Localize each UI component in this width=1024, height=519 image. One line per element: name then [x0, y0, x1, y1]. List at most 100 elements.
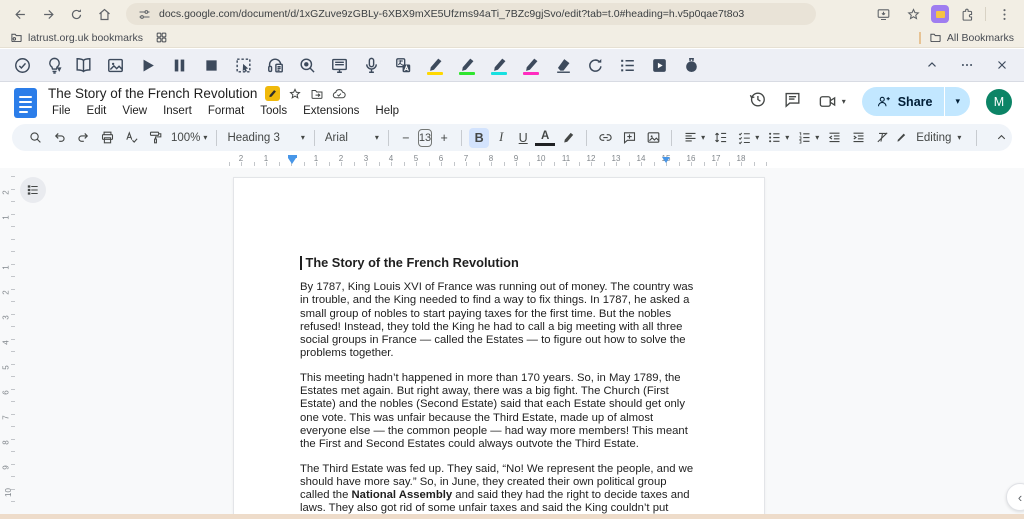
increase-font-size-button[interactable]: + [434, 128, 454, 148]
underline-button[interactable]: U [513, 128, 533, 148]
close-toolbar-icon[interactable] [991, 53, 1012, 77]
collect-highlights-icon[interactable] [585, 53, 606, 77]
meet-button[interactable]: ▾ [818, 92, 846, 111]
highlight-green-icon[interactable] [457, 53, 478, 77]
add-comment-icon[interactable] [618, 127, 640, 149]
paint-format-icon[interactable] [144, 127, 166, 149]
play-icon[interactable] [137, 53, 158, 77]
vertical-ruler[interactable]: 2 1 1 2 3 4 5 6 7 8 9 10 [2, 168, 16, 514]
stop-icon[interactable] [201, 53, 222, 77]
horizontal-ruler[interactable]: 2 1 1 2 3 4 5 6 7 8 9 10 11 12 13 14 15 16 17 18 [0, 153, 1024, 168]
voice-note-icon[interactable] [681, 53, 702, 77]
avatar[interactable]: M [986, 88, 1012, 115]
font-size-input[interactable]: 13 [417, 128, 433, 147]
increase-indent-icon[interactable] [847, 127, 869, 149]
browser-menu-icon[interactable] [992, 2, 1016, 26]
undo-icon[interactable] [48, 127, 70, 149]
menu-insert[interactable]: Insert [157, 104, 198, 118]
video-icon[interactable] [649, 53, 670, 77]
insert-link-icon[interactable] [594, 127, 616, 149]
share-dropdown[interactable]: ▾ [945, 96, 970, 107]
text-color-button[interactable]: A [535, 129, 556, 146]
docs-logo[interactable] [14, 88, 37, 118]
menu-tools[interactable]: Tools [254, 104, 293, 118]
redo-icon[interactable] [72, 127, 94, 149]
extensions-puzzle-icon[interactable] [955, 2, 979, 26]
insert-image-icon[interactable] [642, 127, 664, 149]
translator-icon[interactable] [393, 53, 414, 77]
editing-mode-button[interactable]: Editing ▾ [895, 131, 963, 144]
decrease-indent-icon[interactable] [823, 127, 845, 149]
comments-icon[interactable] [783, 90, 802, 114]
picture-dictionary-icon[interactable] [105, 53, 126, 77]
paragraph-2[interactable]: This meeting hadn’t happened in more tha… [300, 372, 699, 452]
align-icon[interactable] [679, 127, 701, 149]
back-icon[interactable] [8, 2, 32, 26]
zoom-select[interactable]: 100% [168, 132, 203, 144]
highlight-pink-icon[interactable] [521, 53, 542, 77]
site-settings-icon[interactable] [136, 6, 152, 22]
highlight-cyan-icon[interactable] [489, 53, 510, 77]
numbered-list-icon[interactable] [793, 127, 815, 149]
share-button[interactable]: Share ▾ [861, 87, 970, 116]
document-title[interactable]: The Story of the French Revolution [48, 86, 257, 101]
line-spacing-icon[interactable] [709, 127, 731, 149]
paragraph-3[interactable]: The Third Estate was fed up. They said, … [300, 463, 699, 514]
dictionary-icon[interactable] [73, 53, 94, 77]
menu-help[interactable]: Help [369, 104, 405, 118]
bookmark-star-icon[interactable] [901, 2, 925, 26]
readwrite-extension-icon[interactable] [931, 5, 949, 23]
left-indent-marker[interactable] [288, 155, 297, 164]
home-icon[interactable] [92, 2, 116, 26]
screenshot-reader-icon[interactable] [233, 53, 254, 77]
clear-formatting-icon[interactable] [871, 127, 893, 149]
version-history-icon[interactable] [748, 90, 767, 114]
font-select[interactable]: Arial [322, 132, 351, 144]
document-status-icon[interactable] [332, 87, 347, 101]
reload-icon[interactable] [64, 2, 88, 26]
screen-mask-icon[interactable] [329, 53, 350, 77]
decrease-font-size-button[interactable]: − [396, 128, 416, 148]
vocabulary-list-icon[interactable] [617, 53, 638, 77]
paragraph-1[interactable]: By 1787, King Louis XVI of France was ru… [300, 281, 699, 361]
spelling-check-icon[interactable] [120, 127, 142, 149]
italic-button[interactable]: I [491, 128, 511, 148]
hide-menus-icon[interactable] [990, 127, 1012, 149]
save-page-icon[interactable] [871, 2, 895, 26]
star-document-icon[interactable] [288, 87, 302, 101]
readwrite-badge-icon[interactable] [265, 86, 281, 101]
check-icon[interactable] [12, 53, 33, 77]
highlight-color-icon[interactable] [557, 127, 579, 149]
collapse-side-panel-button[interactable]: ‹ [1006, 483, 1024, 511]
erase-highlights-icon[interactable] [553, 53, 574, 77]
menu-view[interactable]: View [116, 104, 153, 118]
right-indent-marker[interactable] [662, 157, 670, 163]
address-bar[interactable]: docs.google.com/document/d/1xGZuve9zGBLy… [126, 3, 816, 25]
audio-maker-icon[interactable] [265, 53, 286, 77]
highlight-yellow-icon[interactable] [425, 53, 446, 77]
url-text[interactable]: docs.google.com/document/d/1xGZuve9zGBLy… [159, 8, 744, 20]
checklist-icon[interactable] [733, 127, 755, 149]
talk-and-type-icon[interactable] [361, 53, 382, 77]
menu-file[interactable]: File [46, 104, 77, 118]
paragraph-style-select[interactable]: Heading 3 [224, 132, 282, 144]
show-outline-button[interactable] [20, 177, 46, 203]
prediction-button[interactable]: ▾ [44, 53, 62, 77]
web-search-icon[interactable] [297, 53, 318, 77]
menu-format[interactable]: Format [202, 104, 250, 118]
more-options-icon[interactable] [956, 53, 977, 77]
bold-button[interactable]: B [469, 127, 490, 148]
print-icon[interactable] [96, 127, 118, 149]
move-document-icon[interactable] [310, 87, 324, 101]
pause-icon[interactable] [169, 53, 190, 77]
all-bookmarks-button[interactable]: All Bookmarks [929, 31, 1014, 44]
document-heading[interactable]: The Story of the French Revolution [300, 255, 699, 270]
bookmarks-grid-icon[interactable] [155, 31, 168, 44]
forward-icon[interactable] [36, 2, 60, 26]
menu-extensions[interactable]: Extensions [297, 104, 365, 118]
collapse-toolbar-icon[interactable] [921, 53, 942, 77]
document-page[interactable]: The Story of the French Revolution By 17… [233, 177, 765, 514]
bulleted-list-icon[interactable] [763, 127, 785, 149]
search-menus-icon[interactable] [24, 127, 46, 149]
bookmarks-folder[interactable]: latrust.org.uk bookmarks [10, 31, 143, 44]
